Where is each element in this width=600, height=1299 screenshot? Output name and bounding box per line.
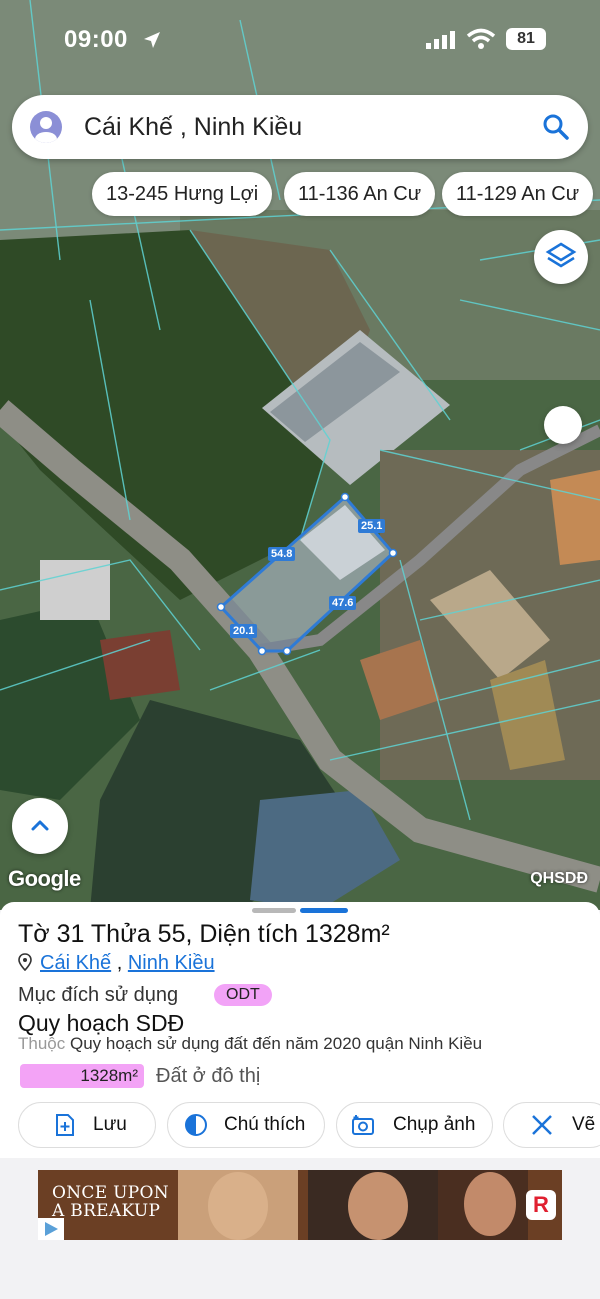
save-button[interactable]: Lưu	[18, 1102, 156, 1148]
contrast-circle-icon	[185, 1114, 207, 1136]
camera-icon	[352, 1115, 374, 1135]
expand-sheet-button[interactable]	[12, 798, 68, 854]
ad-banner[interactable]: ONCE UPON A BREAKUP R	[38, 1170, 562, 1240]
parcel-edge-label: 54.8	[268, 547, 296, 561]
parcel-edge-label: 20.1	[230, 624, 258, 638]
parcel-info-sheet: Tờ 31 Thửa 55, Diện tích 1328m² Cái Khế …	[0, 902, 600, 1158]
status-bar: 09:00 81	[0, 26, 600, 56]
ad-area: ONCE UPON A BREAKUP R	[0, 1158, 600, 1299]
ward-link[interactable]: Cái Khế	[40, 952, 111, 974]
sheet-handle[interactable]	[252, 908, 296, 913]
plan-title: Quy hoạch SDĐ	[18, 1010, 185, 1036]
location-pin-icon	[18, 953, 32, 971]
save-label: Lưu	[93, 1114, 127, 1135]
ad-title: ONCE UPON A BREAKUP	[52, 1184, 169, 1220]
draw-button[interactable]: Vẽ	[503, 1102, 600, 1148]
avatar[interactable]	[30, 111, 62, 143]
area-bar: 1328m²	[20, 1064, 144, 1088]
parcel-edge-label: 47.6	[329, 596, 357, 610]
sheet-handle-active[interactable]	[300, 908, 348, 913]
screenshot-button[interactable]: Chụp ảnh	[336, 1102, 493, 1148]
purpose-label: Mục đích sử dụng	[18, 984, 179, 1006]
add-file-icon	[56, 1114, 74, 1136]
chevron-up-icon	[31, 820, 49, 831]
layer-label: QHSDĐ	[530, 870, 588, 887]
parcel-title: Tờ 31 Thửa 55, Diện tích 1328m²	[18, 920, 390, 948]
ad-title-line: ONCE UPON	[52, 1183, 169, 1203]
search-icon[interactable]	[542, 113, 570, 141]
land-code-badge: ODT	[214, 984, 272, 1006]
district-link[interactable]: Ninh Kiều	[128, 952, 215, 974]
location-separator: ,	[116, 952, 123, 974]
user-avatar-icon	[35, 117, 57, 143]
my-location-button[interactable]	[544, 406, 582, 444]
nearby-parcel-chip[interactable]: 11-129 An Cư	[442, 172, 594, 216]
plan-prefix: Thuộc	[18, 1034, 66, 1053]
google-logo: Google	[8, 866, 81, 891]
location-arrow-icon	[144, 32, 160, 48]
legend-button[interactable]: Chú thích	[167, 1102, 325, 1148]
legend-label: Chú thích	[224, 1114, 306, 1135]
parcel-edge-label: 25.1	[358, 519, 386, 533]
action-row: Lưu Chú thích Chụp ảnh Vẽ	[0, 1102, 600, 1148]
plan-name: Quy hoạch sử dụng đất đến năm 2020 quận …	[69, 1034, 483, 1053]
search-query[interactable]: Cái Khế , Ninh Kiều	[84, 113, 302, 142]
plan-description: Thuộc Quy hoạch sử dụng đất đến năm 2020…	[18, 1034, 482, 1054]
ad-choices-icon[interactable]	[38, 1218, 64, 1240]
status-time: 09:00	[64, 26, 128, 53]
draw-label: Vẽ	[572, 1114, 596, 1135]
signal-icon	[426, 31, 455, 49]
screenshot-label: Chụp ảnh	[393, 1114, 476, 1135]
area-type: Đất ở đô thị	[156, 1065, 261, 1087]
parcel-location: Cái Khế , Ninh Kiều	[18, 952, 215, 975]
nearby-parcel-chip[interactable]: 11-136 An Cư	[284, 172, 436, 216]
map-view[interactable]: 54.8 25.1 47.6 20.1 09:00 81 Cái Khế , N…	[0, 0, 600, 910]
nearby-parcel-chip[interactable]: 13-245 Hưng Lợi	[92, 172, 273, 216]
ad-title-line: A BREAKUP	[52, 1201, 161, 1221]
search-bar[interactable]: Cái Khế , Ninh Kiều	[12, 95, 588, 159]
wifi-icon	[466, 28, 496, 49]
layers-button[interactable]	[534, 230, 588, 284]
battery-indicator: 81	[506, 28, 546, 50]
ad-badge: R	[526, 1190, 556, 1220]
draw-ruler-icon	[532, 1115, 552, 1135]
layers-icon	[545, 242, 577, 268]
